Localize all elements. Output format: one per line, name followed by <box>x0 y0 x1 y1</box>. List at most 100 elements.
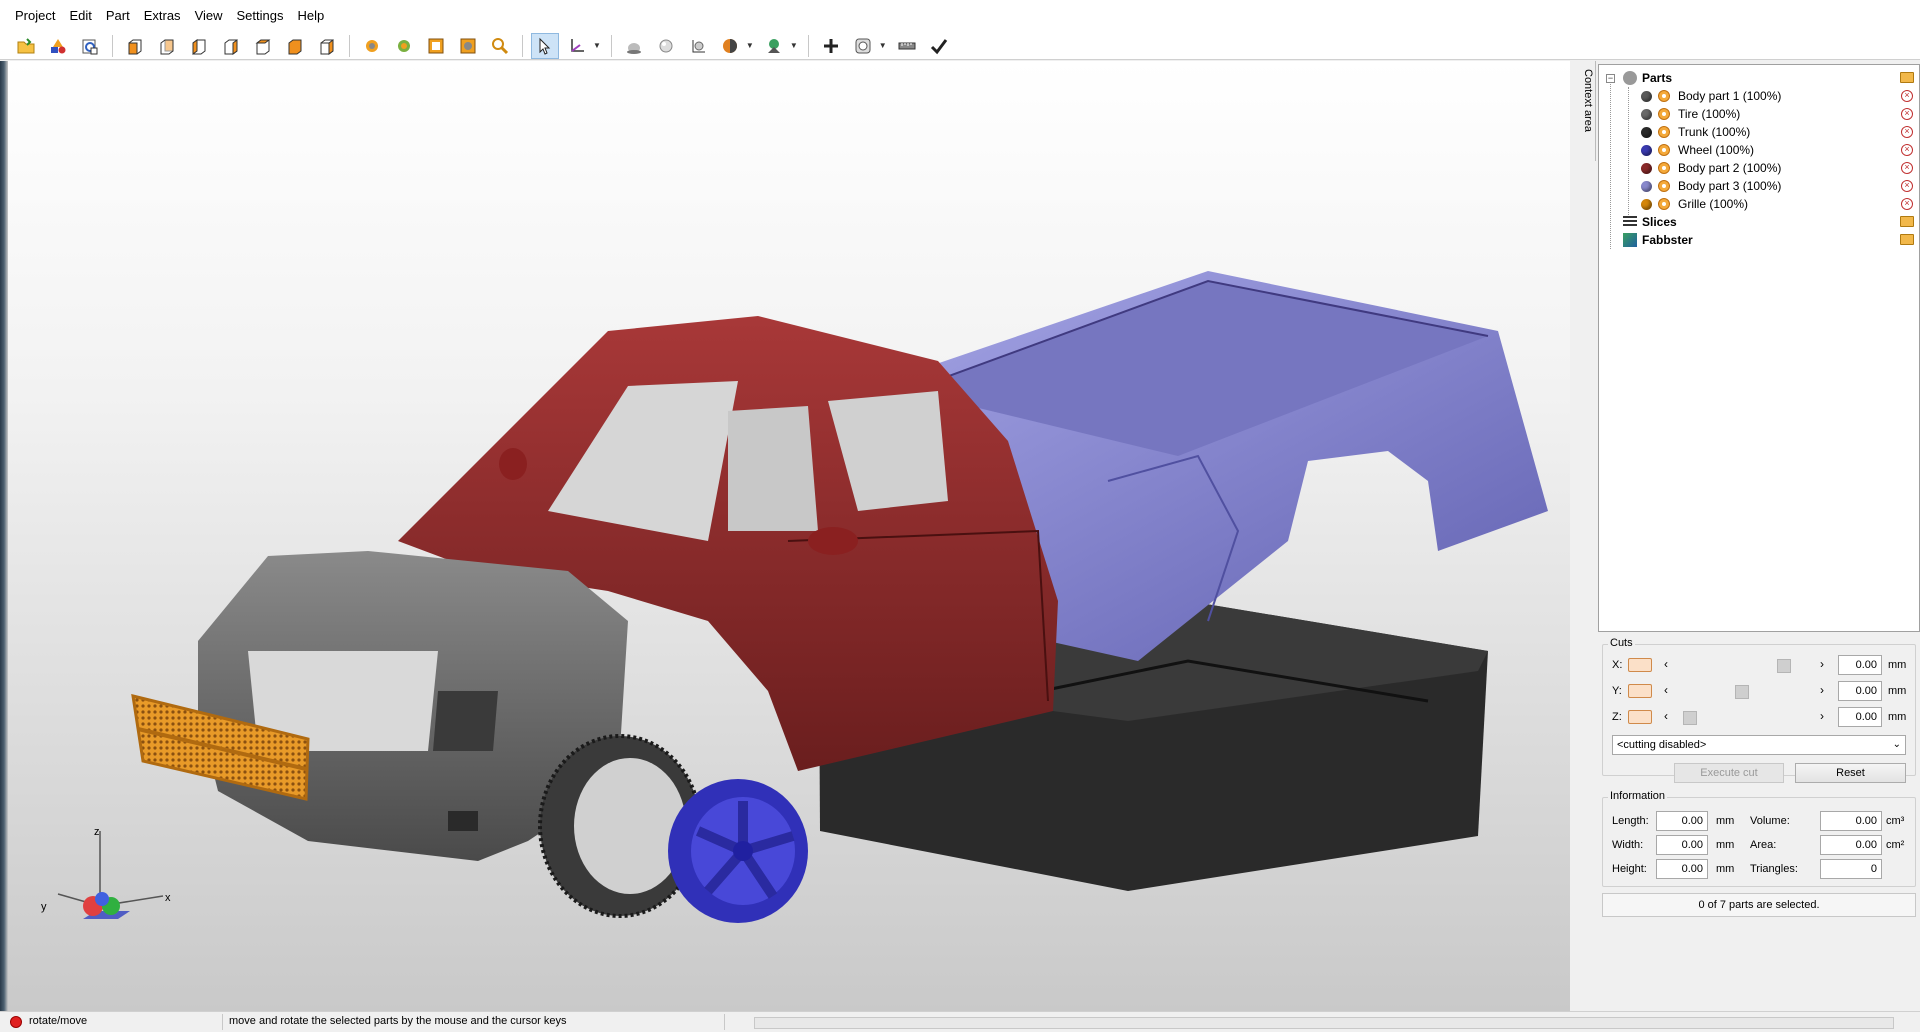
menu-edit[interactable]: Edit <box>62 0 98 32</box>
reset-button[interactable]: Reset <box>1795 763 1906 783</box>
view-left-cube-icon[interactable] <box>185 33 213 59</box>
shading-mode-icon[interactable] <box>716 33 744 59</box>
view-iso-cube-icon[interactable] <box>313 33 341 59</box>
execute-cut-button[interactable]: Execute cut <box>1674 763 1784 783</box>
cut-z-color[interactable] <box>1628 710 1652 724</box>
pan-view-icon[interactable] <box>390 33 418 59</box>
tree-item-part[interactable]: Body part 3 (100%) × <box>1599 177 1919 195</box>
measure-ruler-icon[interactable] <box>893 33 921 59</box>
tree-node-parts[interactable]: − Parts <box>1599 69 1919 87</box>
cut-z-slider[interactable] <box>1678 710 1796 726</box>
zoom-fit-icon[interactable] <box>422 33 450 59</box>
remove-part-icon[interactable]: × <box>1901 90 1913 102</box>
check-icon[interactable] <box>925 33 953 59</box>
folder-open-icon[interactable] <box>1900 216 1914 227</box>
hollow-icon[interactable] <box>849 33 877 59</box>
tree-node-slices[interactable]: Slices <box>1599 213 1919 231</box>
triangles-value: 0 <box>1820 859 1882 879</box>
view-top-cube-icon[interactable] <box>249 33 277 59</box>
axis-label-x: x <box>165 892 171 904</box>
cut-x-increment[interactable]: › <box>1820 657 1824 671</box>
visibility-eye-icon[interactable] <box>1658 108 1670 120</box>
left-edge-strip <box>0 61 8 1011</box>
menu-help[interactable]: Help <box>291 0 332 32</box>
remove-part-icon[interactable]: × <box>1901 144 1913 156</box>
cut-z-slider-thumb[interactable] <box>1683 711 1697 725</box>
add-shapes-icon[interactable] <box>44 33 72 59</box>
wheel-part[interactable] <box>668 779 808 923</box>
cut-y-slider-thumb[interactable] <box>1735 685 1749 699</box>
part-color-dot <box>1641 198 1652 210</box>
axis-move-icon[interactable] <box>563 33 591 59</box>
chevron-down-icon: ⌄ <box>1892 739 1901 750</box>
visibility-eye-icon[interactable] <box>1658 162 1670 174</box>
tree-item-part[interactable]: Body part 1 (100%) × <box>1599 87 1919 105</box>
tree-item-part[interactable]: Tire (100%) × <box>1599 105 1919 123</box>
remove-part-icon[interactable]: × <box>1901 162 1913 174</box>
select-cursor-icon[interactable] <box>531 32 559 59</box>
cut-z-increment[interactable]: › <box>1820 709 1824 723</box>
cut-z-value[interactable]: 0.00 <box>1838 707 1882 727</box>
chevron-down-icon[interactable]: ▼ <box>790 41 798 50</box>
menu-settings[interactable]: Settings <box>230 0 291 32</box>
menu-view[interactable]: View <box>188 0 230 32</box>
part-color-dot <box>1641 126 1652 138</box>
remove-part-icon[interactable]: × <box>1901 180 1913 192</box>
visibility-eye-icon[interactable] <box>1658 180 1670 192</box>
chevron-down-icon[interactable]: ▼ <box>593 41 601 50</box>
add-icon[interactable] <box>817 33 845 59</box>
remove-part-icon[interactable]: × <box>1901 108 1913 120</box>
visibility-eye-icon[interactable] <box>1658 90 1670 102</box>
cut-y-color[interactable] <box>1628 684 1652 698</box>
area-label: Area: <box>1750 839 1777 851</box>
cut-x-slider[interactable] <box>1678 658 1796 674</box>
visibility-eye-icon[interactable] <box>1658 198 1670 210</box>
folder-open-icon[interactable] <box>1900 72 1914 83</box>
view-bottom-cube-icon[interactable] <box>281 33 309 59</box>
cut-x-color[interactable] <box>1628 658 1652 672</box>
tree-item-part[interactable]: Trunk (100%) × <box>1599 123 1919 141</box>
visibility-eye-icon[interactable] <box>1658 126 1670 138</box>
zoom-selection-icon[interactable] <box>454 33 482 59</box>
collapse-icon[interactable]: − <box>1606 74 1615 83</box>
view-back-cube-icon[interactable] <box>153 33 181 59</box>
cut-x-value[interactable]: 0.00 <box>1838 655 1882 675</box>
cut-y-increment[interactable]: › <box>1820 683 1824 697</box>
3d-viewport[interactable]: z x y <box>8 61 1570 1011</box>
zoom-icon[interactable] <box>486 33 514 59</box>
remove-part-icon[interactable]: × <box>1901 198 1913 210</box>
tree-node-fabbster[interactable]: Fabbster <box>1599 231 1919 249</box>
tree-item-part[interactable]: Body part 2 (100%) × <box>1599 159 1919 177</box>
cut-mode-select[interactable]: <cutting disabled> ⌄ <box>1612 735 1906 755</box>
part-color-dot <box>1641 108 1652 120</box>
chevron-down-icon[interactable]: ▼ <box>746 41 754 50</box>
tree-item-part[interactable]: Grille (100%) × <box>1599 195 1919 213</box>
cut-x-decrement[interactable]: ‹ <box>1664 657 1668 671</box>
panel-splitter[interactable] <box>1570 61 1580 1011</box>
rotate-view-icon[interactable] <box>358 33 386 59</box>
view-front-cube-icon[interactable] <box>121 33 149 59</box>
sphere-icon[interactable] <box>620 33 648 59</box>
context-area-tab[interactable]: Context area <box>1580 61 1596 161</box>
folder-open-icon[interactable] <box>1900 234 1914 245</box>
cut-z-decrement[interactable]: ‹ <box>1664 709 1668 723</box>
toolbar: ▼ ▼ ▼ ▼ <box>0 32 1920 60</box>
menu-project[interactable]: Project <box>8 0 62 32</box>
cut-x-slider-thumb[interactable] <box>1777 659 1791 673</box>
cut-y-value[interactable]: 0.00 <box>1838 681 1882 701</box>
sphere-shaded-icon[interactable] <box>652 33 680 59</box>
chevron-down-icon[interactable]: ▼ <box>879 41 887 50</box>
tree-item-part[interactable]: Wheel (100%) × <box>1599 141 1919 159</box>
open-folder-icon[interactable] <box>12 33 40 59</box>
remove-part-icon[interactable]: × <box>1901 126 1913 138</box>
view-right-cube-icon[interactable] <box>217 33 245 59</box>
transform-icon[interactable] <box>684 33 712 59</box>
menu-extras[interactable]: Extras <box>137 0 188 32</box>
lighting-icon[interactable] <box>760 33 788 59</box>
import-icon[interactable] <box>76 33 104 59</box>
cut-y-slider[interactable] <box>1678 684 1796 700</box>
cut-y-decrement[interactable]: ‹ <box>1664 683 1668 697</box>
parts-tree: − Parts Body part 1 (100%) × Tire (100%)… <box>1598 64 1920 632</box>
menu-part[interactable]: Part <box>99 0 137 32</box>
visibility-eye-icon[interactable] <box>1658 144 1670 156</box>
